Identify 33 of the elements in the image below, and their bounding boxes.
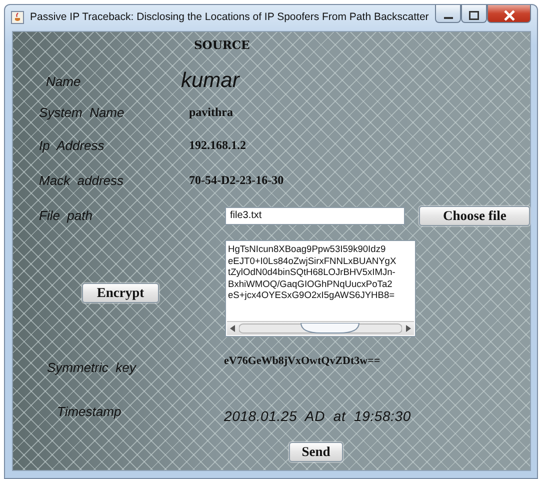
- field-label: Name: [46, 74, 82, 88]
- field-value: 70-54-D2-23-16-30: [189, 173, 284, 188]
- encrypt-button[interactable]: Encrypt: [82, 283, 159, 303]
- window-title: Passive IP Traceback: Disclosing the Locations of IP Spoofers From Path Backscatter: [30, 11, 430, 23]
- field-label: Symmetric key: [47, 360, 138, 374]
- file-path-field[interactable]: file3.txt: [225, 206, 406, 224]
- encrypted-text-area[interactable]: HgTsNIcun8XBoag9Ppw53I59k90Idz9 eEJT0+I0Ls84oZwjSirxFNNLxBUANYgX tZylOdN0d4binSQtH68LOJrBHV5xIMJn- BxhiWMOQ/GaqGIOGhPNqUucxPoTa2 eS+jcx4OYESxG9O2xI5gAWS6JYHB8=: [225, 240, 416, 337]
- maximize-icon: [469, 11, 479, 20]
- close-icon: [504, 10, 514, 21]
- choose-file-button[interactable]: Choose file: [419, 206, 530, 226]
- field-value: 192.168.1.2: [189, 138, 246, 152]
- text-line: eEJT0+I0Ls84oZwjSirxFNNLxBUANYgX: [228, 256, 398, 267]
- field-label: Timestamp: [57, 404, 122, 418]
- field-value: pavithra: [189, 104, 234, 120]
- text-line: eS+jcx4OYESxG9O2xI5gAWS6JYHB8=: [228, 290, 396, 302]
- text-line: tZylOdN0d4binSQtH68LOJrBHV5xIMJn-: [228, 267, 396, 278]
- text-line: BxhiWMOQ/GaqGIOGhPNqUucxPoTa2: [228, 278, 394, 290]
- maximize-button[interactable]: [461, 5, 487, 23]
- timestamp-value: 2018.01.25 AD at 19:58:30: [224, 408, 411, 424]
- field-value: kumar: [181, 69, 240, 93]
- section-heading: SOURCE: [194, 38, 250, 52]
- minimize-icon: [444, 17, 452, 19]
- send-button[interactable]: Send: [289, 442, 343, 462]
- close-button[interactable]: [487, 5, 531, 23]
- key-value: eV76GeWb8jVxOwtQvZDt3w==: [224, 355, 380, 367]
- field-label: Ip Address: [39, 138, 106, 152]
- scrollbar-thumb[interactable]: [300, 323, 360, 334]
- text-line: HgTsNIcun8XBoag9Ppw53I59k90Idz9: [228, 244, 387, 256]
- minimize-button[interactable]: [435, 5, 461, 23]
- field-label: Mack address: [39, 173, 125, 188]
- field-label: System Name: [39, 104, 126, 120]
- field-label: File path: [39, 208, 94, 223]
- app-icon: [11, 10, 24, 24]
